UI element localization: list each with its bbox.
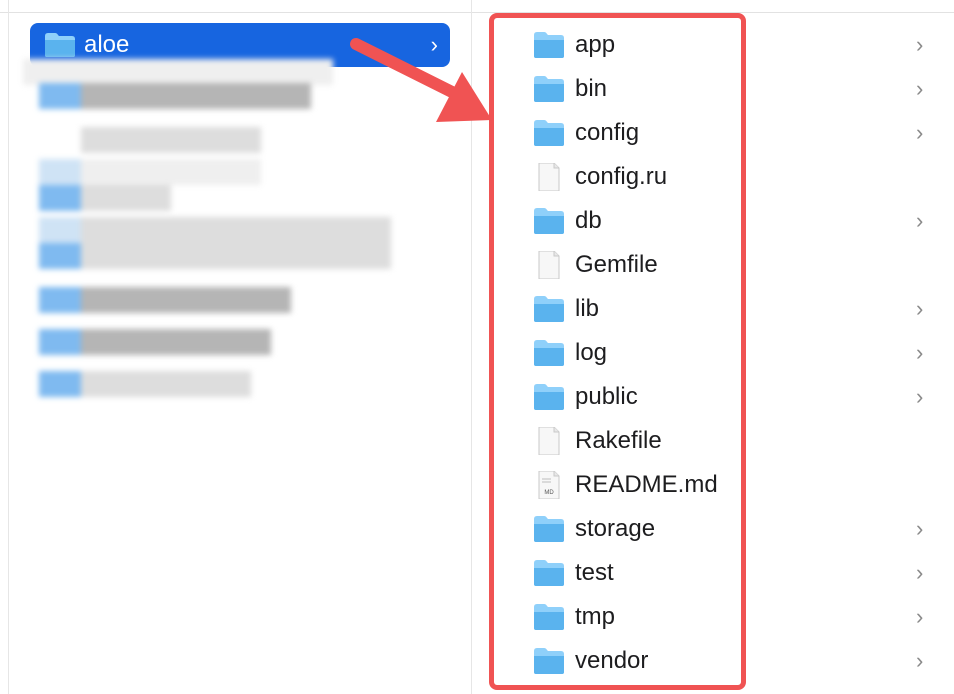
svg-text:MD: MD	[544, 490, 554, 496]
item-name-label: log	[575, 339, 608, 366]
document-icon	[533, 250, 565, 280]
item-name-label: storage	[575, 515, 656, 542]
file-row-rakefile[interactable]: Rakefile	[472, 419, 954, 463]
folder-row-app[interactable]: app ›	[472, 23, 954, 67]
chevron-right-icon: ›	[916, 32, 924, 57]
item-name-label: Rakefile	[575, 427, 662, 454]
document-icon	[533, 426, 565, 456]
chevron-right-icon: ›	[916, 120, 924, 145]
folder-icon	[533, 75, 565, 103]
folder-icon	[533, 383, 565, 411]
chevron-right-icon: ›	[916, 340, 924, 365]
item-name-label: tmp	[575, 603, 616, 630]
folder-icon	[533, 31, 565, 59]
chevron-right-icon: ›	[916, 560, 924, 585]
document-icon	[533, 162, 565, 192]
markdown-file-icon: MD	[533, 470, 565, 500]
chevron-right-icon: ›	[916, 208, 924, 233]
file-row-readme-md[interactable]: MD README.md	[472, 463, 954, 507]
chevron-right-icon: ›	[916, 76, 924, 101]
item-name-label: lib	[575, 295, 600, 322]
chevron-right-icon: ›	[916, 604, 924, 629]
item-name-label: config	[575, 119, 640, 146]
folder-icon	[533, 207, 565, 235]
file-row-gemfile[interactable]: Gemfile	[472, 243, 954, 287]
folder-row-vendor[interactable]: vendor ›	[472, 639, 954, 683]
chevron-right-icon: ›	[916, 296, 924, 321]
parent-column: aloe ›	[9, 13, 471, 694]
folder-row-log[interactable]: log ›	[472, 331, 954, 375]
item-name-label: vendor	[575, 647, 649, 674]
item-name-label: config.ru	[575, 163, 668, 190]
folder-icon	[533, 647, 565, 675]
folder-icon	[533, 515, 565, 543]
item-name-label: app	[575, 31, 616, 58]
item-name-label: db	[575, 207, 602, 234]
chevron-right-icon: ›	[916, 516, 924, 541]
folder-row-config[interactable]: config ›	[472, 111, 954, 155]
item-name-label: public	[575, 383, 638, 410]
folder-row-test[interactable]: test ›	[472, 551, 954, 595]
item-name-label: test	[575, 559, 614, 586]
folder-icon	[533, 559, 565, 587]
folder-icon	[533, 339, 565, 367]
folder-row-public[interactable]: public ›	[472, 375, 954, 419]
item-name-label: bin	[575, 75, 608, 102]
folder-icon	[533, 603, 565, 631]
folder-row-tmp[interactable]: tmp ›	[472, 595, 954, 639]
folder-row-storage[interactable]: storage ›	[472, 507, 954, 551]
chevron-right-icon: ›	[916, 384, 924, 409]
selected-folder-label: aloe	[84, 31, 130, 58]
chevron-right-icon: ›	[430, 32, 438, 57]
file-row-config-ru[interactable]: config.ru	[472, 155, 954, 199]
folder-row-db[interactable]: db ›	[472, 199, 954, 243]
folder-icon	[533, 119, 565, 147]
item-name-label: Gemfile	[575, 251, 658, 278]
folder-icon	[533, 295, 565, 323]
redacted-folder-list	[9, 59, 471, 409]
folder-row-bin[interactable]: bin ›	[472, 67, 954, 111]
folder-row-lib[interactable]: lib ›	[472, 287, 954, 331]
chevron-right-icon: ›	[916, 648, 924, 673]
folder-icon	[45, 33, 75, 57]
folder-contents-list: app › bin › config › config.ru db › Gemfile lib › lo…	[472, 23, 954, 683]
item-name-label: README.md	[575, 471, 718, 498]
